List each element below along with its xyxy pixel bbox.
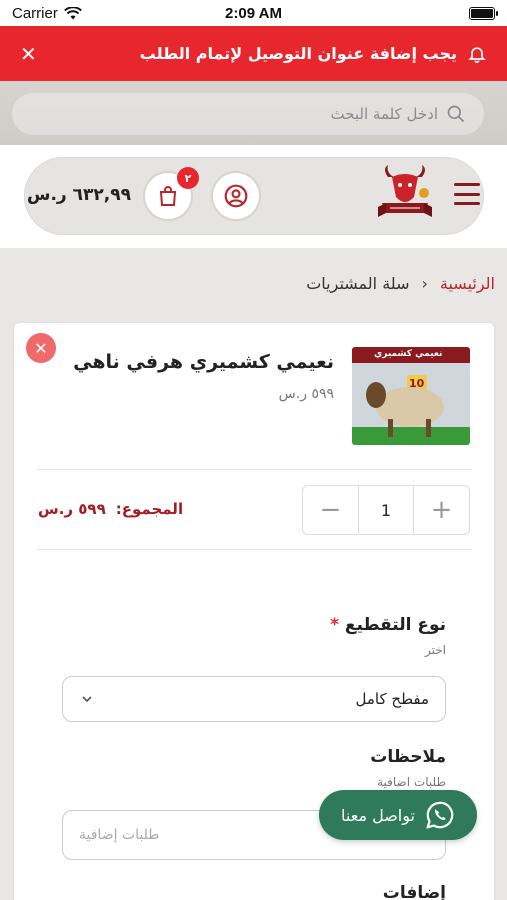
alert-text: يجب إضافة عنوان التوصيل لإتمام الطلب — [139, 44, 457, 63]
whatsapp-label: تواصل معنا — [341, 805, 415, 825]
header-bar: ٦٣٢,٩٩ ر.س ٢ — [24, 157, 484, 235]
divider — [36, 469, 472, 470]
menu-button[interactable] — [454, 183, 480, 205]
bell-icon — [468, 46, 486, 63]
minus-icon: − — [319, 495, 342, 525]
cut-type-label: نوع التقطيع * — [330, 615, 446, 635]
breadcrumb: سلة المشتريات › الرئيسية — [0, 258, 507, 308]
notes-placeholder: طلبات إضافية — [79, 827, 160, 843]
whatsapp-contact-button[interactable]: تواصل معنا — [319, 790, 477, 840]
account-button[interactable] — [211, 171, 261, 221]
close-icon: ✕ — [34, 338, 48, 358]
notes-hint: طلبات اضافية — [377, 775, 446, 789]
cart-count-badge: ٢ — [177, 167, 199, 189]
breadcrumb-home[interactable]: الرئيسية — [440, 274, 495, 293]
header: ٦٣٢,٩٩ ر.س ٢ — [0, 145, 507, 248]
subtotal-value: ٥٩٩ ر.س — [38, 500, 106, 518]
item-subtotal: المجموع: ٥٩٩ ر.س — [38, 500, 183, 518]
alert-message-group: يجب إضافة عنوان التوصيل لإتمام الطلب — [140, 44, 487, 64]
product-image-label: نعيمي كشميري — [374, 349, 443, 359]
divider — [36, 549, 472, 550]
user-icon — [224, 184, 248, 208]
product-price: ٥٩٩ ر.س — [278, 386, 334, 402]
alert-banner: ✕ يجب إضافة عنوان التوصيل لإتمام الطلب — [0, 26, 507, 81]
status-left: Carrier — [12, 5, 82, 22]
cut-type-hint: اختر — [425, 643, 446, 657]
carrier-label: Carrier — [12, 4, 58, 22]
chevron-down-icon — [82, 696, 92, 703]
sheep-product-image — [352, 347, 470, 445]
close-icon[interactable]: ✕ — [20, 42, 37, 66]
battery-icon — [469, 6, 498, 20]
product-image-badge: 10 — [409, 377, 425, 390]
menu-line — [454, 183, 480, 186]
cart-button[interactable]: ٢ — [143, 167, 199, 221]
cut-type-value: مفطح كامل — [355, 690, 429, 708]
menu-line — [454, 192, 480, 196]
search-input[interactable]: ادخل كلمة البحث — [12, 93, 484, 135]
brand-logo[interactable] — [374, 163, 436, 225]
chevron-right-icon: › — [421, 273, 428, 293]
quantity-stepper: − 1 + — [302, 485, 470, 535]
product-image[interactable]: نعيمي كشميري 10 — [352, 347, 470, 445]
decrease-quantity-button[interactable]: − — [303, 486, 358, 534]
search-area: ادخل كلمة البحث — [0, 81, 507, 145]
status-bar: Carrier 2:09 AM — [0, 0, 507, 26]
notes-label: ملاحظات — [370, 747, 446, 767]
wifi-icon — [63, 6, 82, 19]
search-icon — [447, 105, 465, 123]
cut-type-label-text: نوع التقطيع — [344, 615, 446, 635]
quantity-value[interactable]: 1 — [358, 486, 414, 534]
cart-total: ٦٣٢,٩٩ ر.س — [27, 185, 131, 205]
cut-type-select[interactable]: مفطح كامل — [62, 676, 446, 722]
subtotal-label: المجموع: — [115, 500, 184, 518]
remove-item-button[interactable]: ✕ — [26, 333, 56, 363]
increase-quantity-button[interactable]: + — [414, 486, 469, 534]
addons-label: إضافات — [382, 883, 446, 900]
whatsapp-icon — [426, 801, 454, 829]
search-placeholder: ادخل كلمة البحث — [330, 105, 438, 123]
plus-icon: + — [430, 495, 453, 525]
product-name[interactable]: نعيمي كشميري هرفي ناهي — [73, 351, 334, 373]
breadcrumb-current: سلة المشتريات — [306, 273, 410, 293]
required-marker: * — [330, 615, 339, 635]
menu-line — [454, 202, 480, 205]
shopping-bag-icon — [159, 186, 177, 206]
